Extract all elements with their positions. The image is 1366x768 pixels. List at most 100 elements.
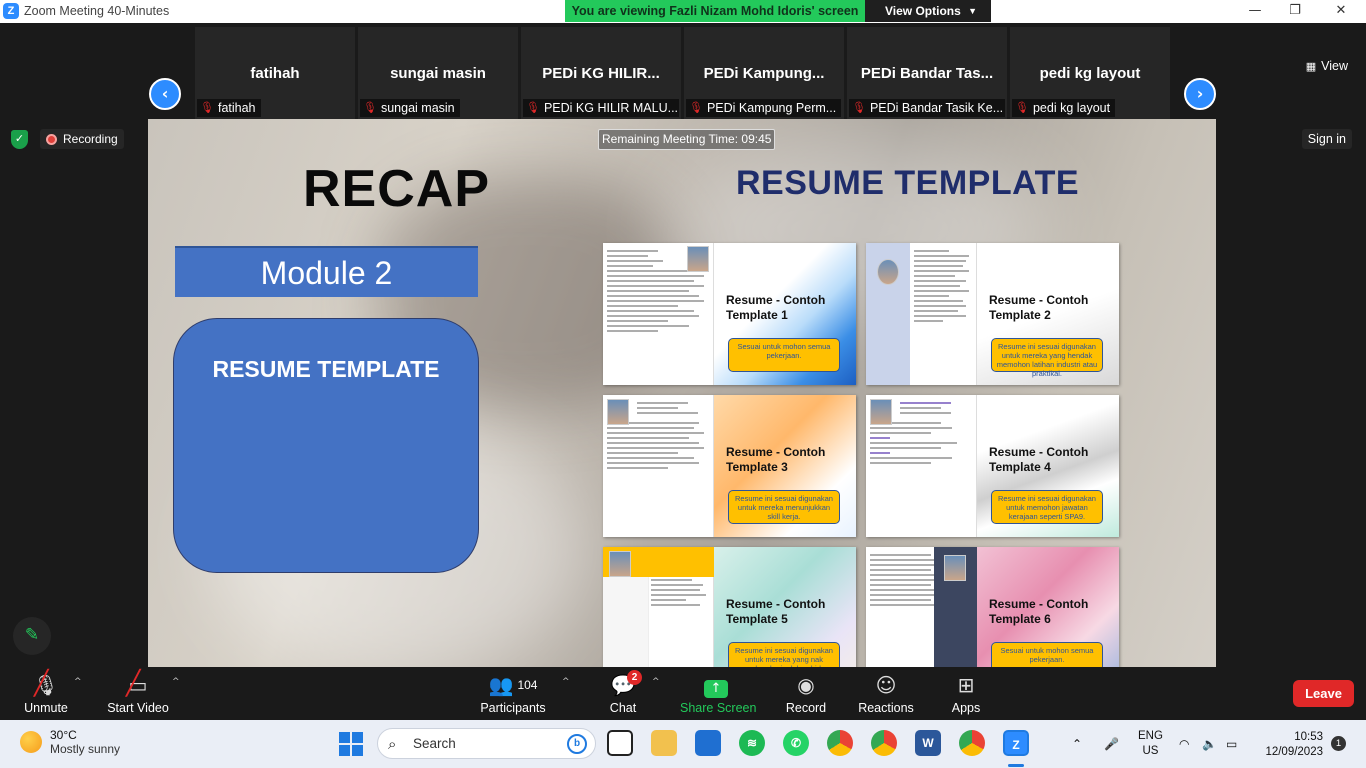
view-button-label: View — [1321, 59, 1348, 73]
search-placeholder: Search — [413, 736, 456, 751]
template-card: Resume - Contoh Template 2 Resume ini se… — [866, 243, 1119, 385]
clock-time: 10:53 — [1294, 731, 1323, 743]
sign-in-button[interactable]: Sign in — [1301, 129, 1352, 149]
zoom-taskbar-icon[interactable]: Z — [1003, 730, 1029, 756]
share-screen-button[interactable]: ↑ Share Screen — [680, 673, 756, 715]
participant-name: pedi kg layout — [1039, 65, 1141, 82]
participant-tile[interactable]: pedi kg layout 🎙 pedi kg layout — [1010, 27, 1170, 119]
zoom-logo-icon: Z — [3, 3, 19, 19]
windows-start-icon[interactable] — [339, 732, 363, 756]
next-page-button[interactable]: › — [1184, 78, 1216, 110]
taskbar-clock[interactable]: 10:53 12/09/2023 — [1257, 730, 1323, 760]
minimize-button[interactable]: — — [1240, 2, 1270, 20]
template-card: Resume - Contoh Template 1 Sesuai untuk … — [603, 243, 856, 385]
leave-button[interactable]: Leave — [1293, 680, 1354, 707]
windows-taskbar: 30°C Mostly sunny ⌕ Search b ≋ ✆ W Z ⌃ 🎤… — [0, 720, 1366, 768]
participant-label: 🎙 fatihah — [197, 99, 261, 117]
battery-icon[interactable]: ▭ — [1226, 720, 1237, 768]
participant-label: 🎙 PEDi Kampung Perm... — [686, 99, 842, 117]
card-title: Resume - Contoh Template 3 — [726, 445, 826, 474]
bing-icon: b — [567, 734, 587, 754]
card-title: Resume - Contoh Template 5 — [726, 597, 826, 626]
search-icon: ⌕ — [388, 735, 397, 753]
shield-icon[interactable]: ✓ — [11, 130, 28, 149]
muted-mic-icon: 🎙 — [689, 101, 703, 114]
sun-icon — [20, 731, 42, 753]
view-button[interactable]: ▦ View — [1306, 59, 1348, 73]
recording-indicator[interactable]: Recording — [40, 129, 124, 149]
card-note: Resume ini sesuai digunakan untuk mereka… — [728, 490, 840, 524]
taskbar-search[interactable]: ⌕ Search b — [377, 728, 596, 759]
record-button[interactable]: ◉ Record — [784, 673, 828, 715]
participant-name: PEDi Kampung... — [703, 65, 825, 82]
volume-icon[interactable]: 🔈 — [1202, 720, 1217, 768]
chrome-profile-icon[interactable] — [871, 730, 897, 756]
clock-date: 12/09/2023 — [1265, 746, 1323, 758]
chat-label: Chat — [609, 701, 637, 715]
participants-button[interactable]: 👥 104 Participants — [480, 673, 546, 715]
participant-label-text: fatihah — [217, 101, 256, 115]
show-hidden-icons-icon[interactable]: ⌃ — [1072, 720, 1082, 768]
start-video-button[interactable]: ▭ ╱ Start Video — [106, 671, 170, 715]
profile-photo — [607, 399, 629, 425]
module-banner: Module 2 — [175, 246, 478, 297]
chrome-profile-icon[interactable] — [959, 730, 985, 756]
card-note: Resume ini sesuai digunakan untuk memoho… — [991, 490, 1103, 524]
muted-mic-icon: 🎙 — [363, 101, 377, 114]
participant-tile[interactable]: PEDi Bandar Tas... 🎙 PEDi Bandar Tasik Ke… — [847, 27, 1007, 119]
card-title: Resume - Contoh Template 4 — [989, 445, 1089, 474]
whatsapp-icon[interactable]: ✆ — [783, 730, 809, 756]
chrome-icon[interactable] — [827, 730, 853, 756]
remaining-time: Remaining Meeting Time: 09:45 — [598, 129, 776, 150]
restore-button[interactable]: ❐ — [1280, 2, 1310, 20]
weather-widget[interactable]: 30°C Mostly sunny — [20, 728, 120, 756]
template-card: Resume - Contoh Template 5 Resume ini se… — [603, 547, 856, 667]
audio-options-caret-icon[interactable]: ^ — [74, 677, 82, 687]
chat-button[interactable]: 💬 2 Chat — [606, 670, 642, 715]
temperature: 30°C — [50, 728, 77, 742]
muted-mic-icon: 🎙 ╱ — [33, 669, 59, 697]
video-options-caret-icon[interactable]: ^ — [172, 677, 180, 687]
participant-label: 🎙 pedi kg layout — [1012, 99, 1116, 117]
participants-label: Participants — [480, 701, 546, 715]
close-button[interactable]: ✕ — [1326, 2, 1356, 20]
participant-tile[interactable]: PEDi KG HILIR... 🎙 PEDi KG HILIR MALU... — [521, 27, 681, 119]
participant-label: 🎙 PEDi KG HILIR MALU... — [523, 99, 679, 117]
participant-tile[interactable]: sungai masin 🎙 sungai masin — [358, 27, 518, 119]
spotify-icon[interactable]: ≋ — [739, 730, 765, 756]
profile-photo — [944, 555, 966, 581]
reactions-icon: ☺ — [875, 673, 897, 697]
view-options-button[interactable]: View Options ▼ — [865, 0, 991, 22]
unmute-button[interactable]: 🎙 ╱ Unmute — [20, 669, 72, 715]
word-icon[interactable]: W — [915, 730, 941, 756]
annotate-pencil-icon[interactable]: ✎ — [13, 617, 51, 655]
participant-tile[interactable]: PEDi Kampung... 🎙 PEDi Kampung Perm... — [684, 27, 844, 119]
recording-label: Recording — [63, 132, 118, 146]
previous-page-button[interactable]: ‹ — [149, 78, 181, 110]
active-app-indicator — [1008, 764, 1024, 767]
microphone-icon[interactable]: 🎤 — [1104, 720, 1119, 768]
participant-tile[interactable]: fatihah 🎙 fatihah — [195, 27, 355, 119]
wifi-icon[interactable]: ◠ — [1179, 720, 1189, 768]
microsoft-store-icon[interactable] — [695, 730, 721, 756]
template-card: Resume - Contoh Template 3 Resume ini se… — [603, 395, 856, 537]
participants-options-caret-icon[interactable]: ^ — [562, 677, 570, 687]
participant-label: 🎙 PEDi Bandar Tasik Ke... — [849, 99, 1005, 117]
file-explorer-icon[interactable] — [651, 730, 677, 756]
participant-strip: ‹ fatihah 🎙 fatihah sungai masin 🎙 sungai … — [0, 23, 1366, 119]
card-note: Resume ini sesuai digunakan untuk mereka… — [991, 338, 1103, 378]
card-title: Resume - Contoh Template 6 — [989, 597, 1089, 626]
participants-icon: 👥 104 — [488, 673, 538, 697]
viewing-banner: You are viewing Fazli Nizam Mohd Idoris'… — [565, 0, 991, 22]
card-note: Sesuai untuk mohon semua pekerjaan. — [991, 642, 1103, 667]
shared-screen: Remaining Meeting Time: 09:45 RECAP Modu… — [148, 119, 1216, 667]
card-note: Sesuai untuk mohon semua pekerjaan. — [728, 338, 840, 372]
apps-button[interactable]: ⊞ Apps — [948, 673, 984, 715]
language-indicator[interactable]: ENG US — [1138, 729, 1163, 759]
task-view-icon[interactable] — [607, 730, 633, 756]
notification-badge[interactable]: 1 — [1331, 736, 1346, 751]
chat-options-caret-icon[interactable]: ^ — [652, 677, 660, 687]
reactions-button[interactable]: ☺ Reactions — [858, 673, 914, 715]
muted-mic-icon: 🎙 — [852, 101, 866, 114]
participant-name: fatihah — [250, 65, 300, 82]
